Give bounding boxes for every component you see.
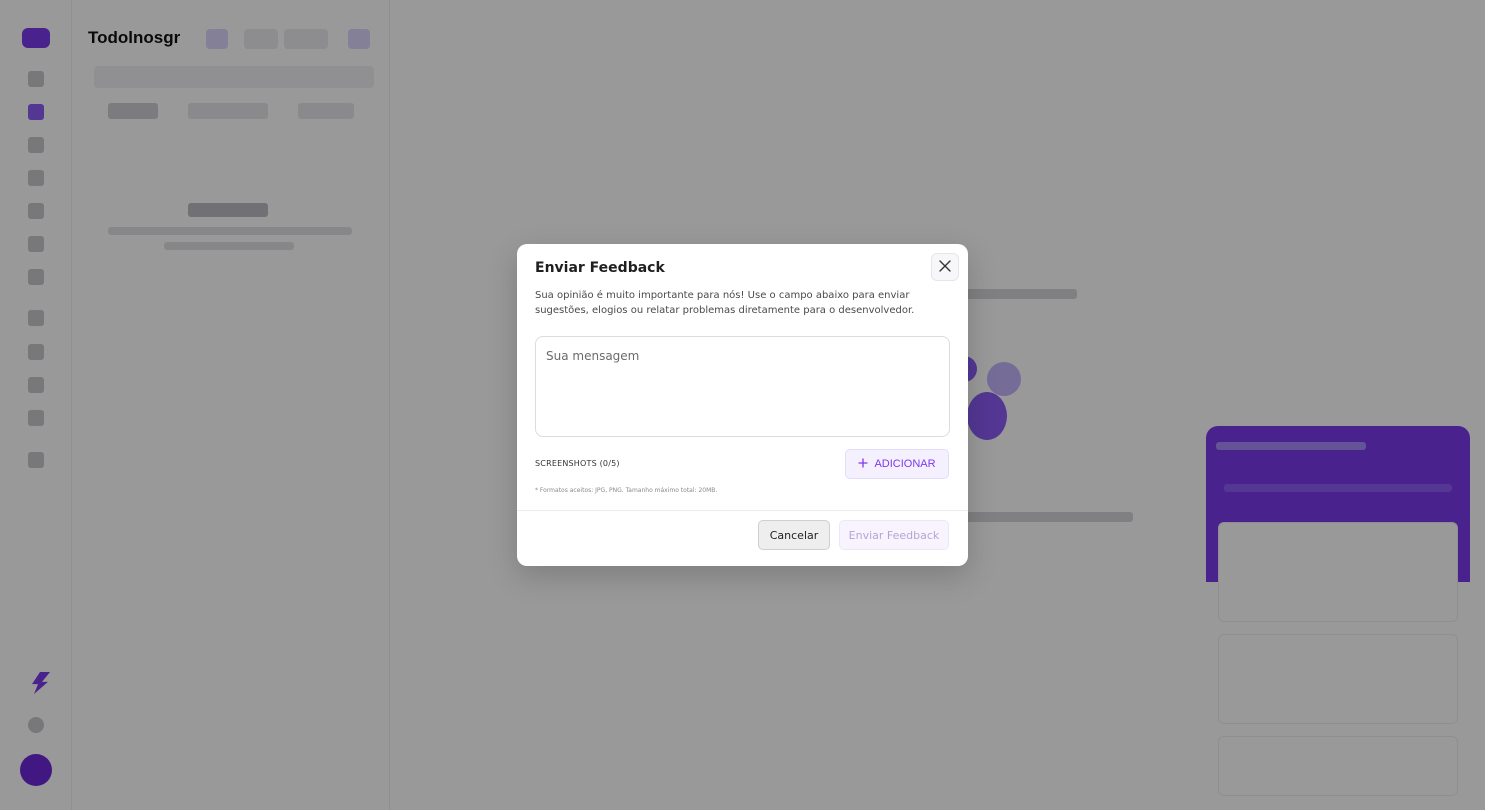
feedback-dialog: Enviar Feedback Sua opinião é muito impo… bbox=[517, 244, 968, 566]
close-icon bbox=[939, 259, 951, 275]
cancel-button[interactable]: Cancelar bbox=[758, 520, 830, 550]
submit-feedback-button[interactable]: Enviar Feedback bbox=[839, 520, 949, 550]
plus-icon bbox=[858, 458, 868, 471]
formats-note: * Formatos aceitos: JPG, PNG. Tamanho má… bbox=[535, 487, 718, 494]
divider bbox=[517, 510, 968, 511]
close-button[interactable] bbox=[931, 253, 959, 281]
message-field[interactable] bbox=[535, 336, 950, 437]
add-button-label: ADICIONAR bbox=[874, 458, 936, 470]
dialog-description: Sua opinião é muito importante para nós!… bbox=[535, 290, 915, 316]
screenshots-label: SCREENSHOTS (0/5) bbox=[535, 459, 620, 468]
dialog-title: Enviar Feedback bbox=[535, 260, 665, 276]
add-screenshot-button[interactable]: ADICIONAR bbox=[845, 449, 949, 479]
